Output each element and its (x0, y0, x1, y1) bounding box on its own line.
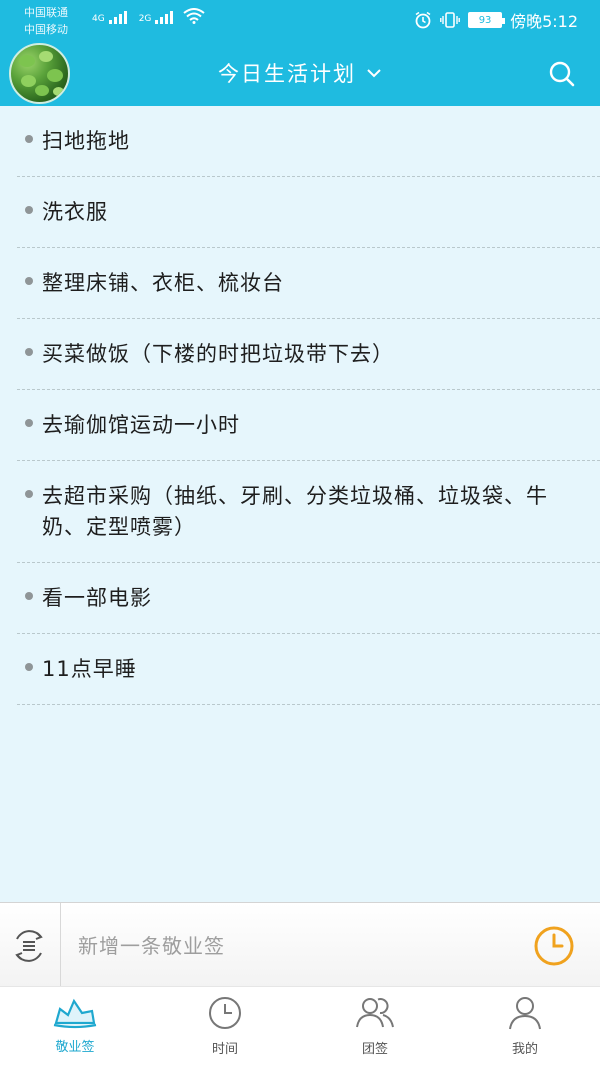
bottom-nav: 敬业签 时间 团签 我的 (0, 986, 600, 1066)
bullet-icon (25, 348, 33, 356)
network-type-2: 2G (138, 14, 152, 24)
page-title: 今日生活计划 (218, 62, 356, 86)
signal-indicators: 4G 2G (90, 8, 206, 24)
chevron-down-icon (367, 69, 381, 78)
bullet-icon (25, 277, 33, 285)
list-item[interactable]: 11点早睡 (17, 634, 600, 705)
battery-icon: 93 (468, 12, 506, 28)
status-time: 傍晚5:12 (510, 12, 578, 31)
task-text: 去超市采购（抽纸、牙刷、分类垃圾桶、垃圾袋、牛奶、定型喷雾） (42, 484, 548, 539)
bullet-icon (25, 206, 33, 214)
boat-icon (53, 998, 97, 1029)
task-text: 整理床铺、衣柜、梳妆台 (42, 271, 284, 295)
title-dropdown[interactable]: 今日生活计划 (0, 58, 600, 88)
bullet-icon (25, 490, 33, 498)
network-type-1: 4G (92, 14, 105, 24)
nav-tab-time[interactable]: 时间 (150, 987, 300, 1066)
clock-icon (209, 997, 241, 1029)
list-switch-icon[interactable] (10, 927, 48, 965)
task-text: 买菜做饭（下楼的时把垃圾带下去） (42, 342, 394, 366)
alarm-icon (415, 11, 431, 29)
wifi-icon (183, 8, 206, 24)
carrier-2: 中国移动 (24, 23, 68, 36)
new-note-input[interactable] (78, 931, 498, 961)
nav-tab-team[interactable]: 团签 (300, 987, 450, 1066)
app-header: 中国联通 中国移动 4G 2G 93 傍晚5:12 今日生活计划 (0, 0, 600, 106)
new-note-bar (0, 902, 600, 987)
list-item[interactable]: 看一部电影 (17, 563, 600, 634)
task-text: 11点早睡 (42, 657, 137, 681)
list-item[interactable]: 洗衣服 (17, 177, 600, 248)
list-item[interactable]: 扫地拖地 (17, 106, 600, 177)
task-text: 看一部电影 (42, 586, 152, 610)
bullet-icon (25, 663, 33, 671)
bullet-icon (25, 135, 33, 143)
search-icon[interactable] (548, 60, 576, 88)
list-item[interactable]: 去超市采购（抽纸、牙刷、分类垃圾桶、垃圾袋、牛奶、定型喷雾） (17, 461, 600, 563)
bullet-icon (25, 592, 33, 600)
signal-icon-2: 2G (139, 10, 174, 24)
nav-label: 我的 (511, 1042, 538, 1057)
carrier-1: 中国联通 (24, 6, 68, 19)
input-divider (60, 903, 61, 987)
clock-icon[interactable] (533, 925, 575, 967)
nav-tab-mine[interactable]: 我的 (450, 987, 600, 1066)
task-text: 去瑜伽馆运动一小时 (42, 413, 240, 437)
list-item[interactable]: 去瑜伽馆运动一小时 (17, 390, 600, 461)
task-list: 扫地拖地 洗衣服 整理床铺、衣柜、梳妆台 买菜做饭（下楼的时把垃圾带下去） 去瑜… (17, 106, 600, 705)
nav-tab-jingyeqian[interactable]: 敬业签 (0, 987, 150, 1066)
list-item[interactable]: 整理床铺、衣柜、梳妆台 (17, 248, 600, 319)
status-right: 93 傍晚5:12 (414, 8, 578, 32)
status-carriers: 中国联通 中国移动 (24, 4, 68, 38)
vibrate-icon (440, 12, 460, 28)
nav-label: 时间 (211, 1042, 238, 1057)
group-icon (356, 998, 394, 1028)
list-item[interactable]: 买菜做饭（下楼的时把垃圾带下去） (17, 319, 600, 390)
nav-label: 敬业签 (55, 1040, 95, 1055)
person-icon (509, 997, 541, 1030)
task-text: 洗衣服 (42, 200, 108, 224)
signal-icon-1: 4G (92, 10, 127, 24)
bullet-icon (25, 419, 33, 427)
task-text: 扫地拖地 (42, 129, 130, 153)
nav-label: 团签 (361, 1042, 388, 1057)
